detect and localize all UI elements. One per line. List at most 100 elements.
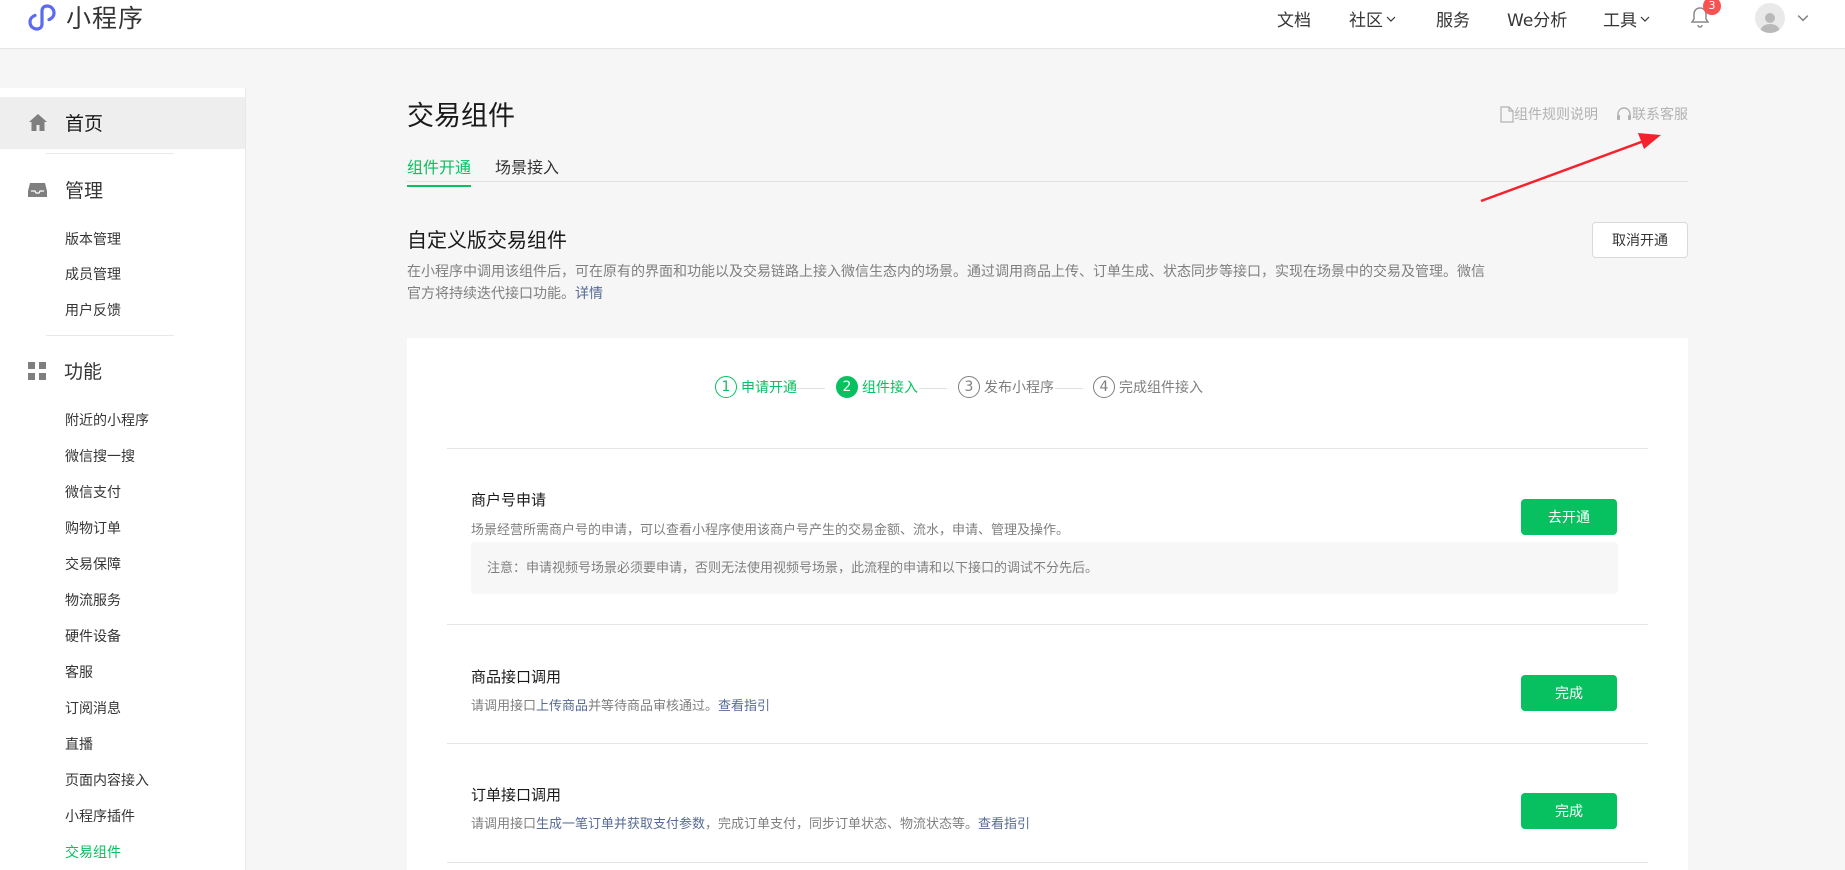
step-3-label: 发布小程序 (984, 380, 1054, 396)
tab-scene-access[interactable]: 场景接入 (495, 154, 559, 185)
step-connector (919, 388, 947, 389)
product-api-desc-mid: 并等待商品审核通过。 (588, 699, 719, 714)
nav-docs[interactable]: 文档 (1277, 6, 1311, 31)
nav-tools[interactable]: 工具 (1603, 6, 1650, 31)
nav-we-analysis-label: We分析 (1507, 11, 1568, 31)
sidebar-group-manage[interactable]: 管理 (28, 176, 103, 203)
step-1-number: 1 (715, 376, 737, 398)
nav-we-analysis[interactable]: We分析 (1507, 6, 1567, 31)
sidebar-item-version[interactable]: 版本管理 (65, 229, 121, 249)
details-link[interactable]: 详情 (575, 286, 603, 302)
order-api-done-button[interactable]: 完成 (1521, 793, 1617, 829)
document-icon (1500, 105, 1514, 123)
chevron-down-icon (1797, 15, 1809, 22)
sidebar-item-home-label: 首页 (65, 113, 104, 135)
product-api-desc-prefix: 请调用接口 (471, 699, 537, 714)
nav-services-label: 服务 (1436, 11, 1470, 31)
page-top-links: 组件规则说明 联系客服 (1500, 104, 1688, 124)
sidebar-item-subscribe[interactable]: 订阅消息 (65, 698, 121, 718)
row-divider (447, 448, 1648, 449)
merchant-apply-note: 注意：申请视频号场景必须要申请，否则无法使用视频号场景，此流程的申请和以下接口的… (471, 542, 1618, 594)
step-2: 2 组件接入 (836, 376, 918, 398)
contact-support-label: 联系客服 (1632, 107, 1688, 123)
chevron-down-icon (1640, 16, 1650, 22)
order-api-desc-prefix: 请调用接口 (471, 817, 537, 832)
nav-community-label: 社区 (1349, 11, 1383, 31)
nav-services[interactable]: 服务 (1436, 6, 1470, 31)
sidebar-item-hardware[interactable]: 硬件设备 (65, 626, 121, 646)
sidebar-group-features[interactable]: 功能 (28, 357, 102, 384)
product-api-done-button[interactable]: 完成 (1521, 675, 1617, 711)
cancel-enable-button[interactable]: 取消开通 (1592, 222, 1688, 258)
nav-docs-label: 文档 (1277, 11, 1311, 31)
sidebar-item-members[interactable]: 成员管理 (65, 264, 121, 284)
step-3-number: 3 (958, 376, 980, 398)
merchant-apply-title: 商户号申请 (471, 491, 547, 509)
user-menu[interactable] (1755, 3, 1809, 33)
sidebar-divider (46, 153, 174, 154)
grid-icon (28, 361, 46, 380)
order-api-title: 订单接口调用 (471, 786, 562, 804)
notification-bell[interactable]: 3 (1690, 0, 1721, 28)
sidebar-item-trade-component[interactable]: 交易组件 (65, 842, 121, 862)
sidebar-group-features-label: 功能 (64, 361, 103, 383)
home-icon (29, 114, 47, 131)
product-api-title: 商品接口调用 (471, 668, 562, 686)
contact-support-link[interactable]: 联系客服 (1616, 104, 1688, 124)
step-2-number: 2 (836, 376, 858, 398)
sidebar-item-page-content[interactable]: 页面内容接入 (65, 770, 149, 790)
steps-card: 1 申请开通 2 组件接入 3 发布小程序 4 完成组件接入 商户号申请 场景经… (407, 338, 1688, 870)
section-description-text: 在小程序中调用该组件后，可在原有的界面和功能以及交易链路上接入微信生态内的场景。… (407, 264, 1485, 302)
sidebar-item-live[interactable]: 直播 (65, 734, 93, 754)
chevron-down-icon (1386, 16, 1396, 22)
step-indicator: 1 申请开通 2 组件接入 3 发布小程序 4 完成组件接入 (407, 376, 1688, 402)
product-api-desc: 请调用接口上传商品并等待商品审核通过。查看指引 (471, 695, 770, 714)
rules-link-label: 组件规则说明 (1514, 107, 1598, 123)
section-description: 在小程序中调用该组件后，可在原有的界面和功能以及交易链路上接入微信生态内的场景。… (407, 261, 1497, 305)
step-1-label: 申请开通 (741, 380, 797, 396)
nav-community[interactable]: 社区 (1349, 6, 1396, 31)
row-divider (447, 624, 1648, 625)
sidebar-item-orders[interactable]: 购物订单 (65, 518, 121, 538)
user-avatar-icon (1755, 3, 1785, 33)
nav-tools-label: 工具 (1603, 11, 1637, 31)
product-guide-link[interactable]: 查看指引 (718, 699, 770, 714)
step-connector (1055, 388, 1083, 389)
section-title: 自定义版交易组件 (407, 228, 567, 252)
sidebar-item-guarantee[interactable]: 交易保障 (65, 554, 121, 574)
rules-link[interactable]: 组件规则说明 (1500, 104, 1598, 124)
sidebar-item-nearby[interactable]: 附近的小程序 (65, 410, 149, 430)
sidebar-item-customer-service[interactable]: 客服 (65, 662, 93, 682)
order-api-desc-mid: ，完成订单支付，同步订单状态、物流状态等。 (705, 817, 979, 832)
sidebar-item-feedback[interactable]: 用户反馈 (65, 300, 121, 320)
step-connector (797, 388, 825, 389)
step-4: 4 完成组件接入 (1093, 376, 1203, 398)
sidebar-item-pay[interactable]: 微信支付 (65, 482, 121, 502)
app-name: 小程序 (66, 4, 145, 33)
sidebar-item-plugins[interactable]: 小程序插件 (65, 806, 135, 826)
top-nav: 小程序 (0, 0, 1845, 49)
step-4-label: 完成组件接入 (1119, 380, 1203, 396)
step-1: 1 申请开通 (715, 376, 797, 398)
logo[interactable]: 小程序 (26, 0, 144, 34)
step-4-number: 4 (1093, 376, 1115, 398)
sidebar: 首页 管理 版本管理 成员管理 用户反馈 功能 附近的小程序 微信搜一搜 微信支… (0, 88, 246, 870)
tab-bar: 组件开通 场景接入 (407, 148, 1688, 187)
sidebar-item-search[interactable]: 微信搜一搜 (65, 446, 135, 466)
sidebar-item-home[interactable]: 首页 (0, 97, 245, 149)
miniprogram-logo-icon (28, 4, 56, 31)
row-divider (447, 743, 1648, 744)
order-guide-link[interactable]: 查看指引 (978, 817, 1030, 832)
sidebar-group-manage-label: 管理 (65, 180, 104, 202)
step-3: 3 发布小程序 (958, 376, 1054, 398)
page-title: 交易组件 (407, 101, 515, 132)
merchant-apply-desc: 场景经营所需商户号的申请，可以查看小程序使用该商户号产生的交易金额、流水，申请、… (471, 523, 1070, 538)
upload-product-link[interactable]: 上传商品 (536, 699, 588, 714)
tab-enable[interactable]: 组件开通 (407, 154, 472, 187)
step-2-label: 组件接入 (862, 380, 918, 396)
generate-order-link[interactable]: 生成一笔订单并获取支付参数 (536, 817, 705, 832)
sidebar-divider (46, 335, 174, 336)
inbox-icon (28, 182, 47, 197)
sidebar-item-logistics[interactable]: 物流服务 (65, 590, 121, 610)
merchant-apply-button[interactable]: 去开通 (1521, 499, 1617, 535)
